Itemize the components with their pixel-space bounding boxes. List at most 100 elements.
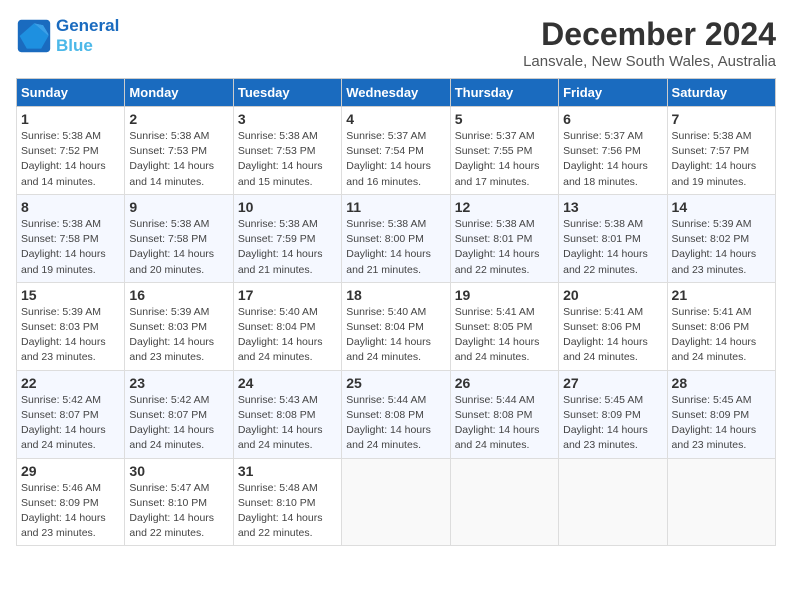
calendar-week-row: 29 Sunrise: 5:46 AMSunset: 8:09 PMDayligh…: [17, 458, 776, 546]
day-info: Sunrise: 5:39 AMSunset: 8:03 PMDaylight:…: [21, 305, 120, 366]
calendar-cell: 17 Sunrise: 5:40 AMSunset: 8:04 PMDayligh…: [233, 282, 341, 370]
calendar-week-row: 15 Sunrise: 5:39 AMSunset: 8:03 PMDayligh…: [17, 282, 776, 370]
calendar-cell: [559, 458, 667, 546]
day-info: Sunrise: 5:38 AMSunset: 7:59 PMDaylight:…: [238, 217, 337, 278]
day-info: Sunrise: 5:45 AMSunset: 8:09 PMDaylight:…: [672, 393, 771, 454]
calendar-cell: 31 Sunrise: 5:48 AMSunset: 8:10 PMDayligh…: [233, 458, 341, 546]
day-number: 10: [238, 199, 337, 215]
day-number: 4: [346, 111, 445, 127]
day-info: Sunrise: 5:37 AMSunset: 7:54 PMDaylight:…: [346, 129, 445, 190]
day-info: Sunrise: 5:44 AMSunset: 8:08 PMDaylight:…: [455, 393, 554, 454]
day-number: 27: [563, 375, 662, 391]
day-number: 24: [238, 375, 337, 391]
calendar-week-row: 1 Sunrise: 5:38 AMSunset: 7:52 PMDaylight…: [17, 107, 776, 195]
day-number: 12: [455, 199, 554, 215]
day-info: Sunrise: 5:38 AMSunset: 8:01 PMDaylight:…: [563, 217, 662, 278]
calendar-cell: 3 Sunrise: 5:38 AMSunset: 7:53 PMDaylight…: [233, 107, 341, 195]
day-number: 26: [455, 375, 554, 391]
col-thursday: Thursday: [450, 79, 558, 107]
calendar-cell: 30 Sunrise: 5:47 AMSunset: 8:10 PMDayligh…: [125, 458, 233, 546]
calendar-cell: [450, 458, 558, 546]
calendar-cell: 28 Sunrise: 5:45 AMSunset: 8:09 PMDayligh…: [667, 370, 775, 458]
calendar-table: Sunday Monday Tuesday Wednesday Thursday…: [16, 78, 776, 546]
calendar-cell: 10 Sunrise: 5:38 AMSunset: 7:59 PMDayligh…: [233, 194, 341, 282]
logo-text: General Blue: [56, 16, 119, 55]
title-section: December 2024 Lansvale, New South Wales,…: [523, 16, 776, 70]
day-number: 17: [238, 287, 337, 303]
col-saturday: Saturday: [667, 79, 775, 107]
day-number: 30: [129, 463, 228, 479]
calendar-cell: 9 Sunrise: 5:38 AMSunset: 7:58 PMDaylight…: [125, 194, 233, 282]
day-info: Sunrise: 5:38 AMSunset: 7:58 PMDaylight:…: [21, 217, 120, 278]
calendar-cell: 6 Sunrise: 5:37 AMSunset: 7:56 PMDaylight…: [559, 107, 667, 195]
day-info: Sunrise: 5:45 AMSunset: 8:09 PMDaylight:…: [563, 393, 662, 454]
day-number: 6: [563, 111, 662, 127]
calendar-cell: 15 Sunrise: 5:39 AMSunset: 8:03 PMDayligh…: [17, 282, 125, 370]
calendar-cell: 24Sunrise: 5:43 AMSunset: 8:08 PMDayligh…: [233, 370, 341, 458]
day-number: 31: [238, 463, 337, 479]
day-number: 13: [563, 199, 662, 215]
day-number: 22: [21, 375, 120, 391]
calendar-cell: 5Sunrise: 5:37 AMSunset: 7:55 PMDaylight…: [450, 107, 558, 195]
day-number: 1: [21, 111, 120, 127]
calendar-cell: 4 Sunrise: 5:37 AMSunset: 7:54 PMDaylight…: [342, 107, 450, 195]
day-number: 23: [129, 375, 228, 391]
calendar-cell: 14 Sunrise: 5:39 AMSunset: 8:02 PMDayligh…: [667, 194, 775, 282]
day-info: Sunrise: 5:38 AMSunset: 7:53 PMDaylight:…: [129, 129, 228, 190]
day-info: Sunrise: 5:39 AMSunset: 8:02 PMDaylight:…: [672, 217, 771, 278]
col-tuesday: Tuesday: [233, 79, 341, 107]
day-number: 8: [21, 199, 120, 215]
day-info: Sunrise: 5:37 AMSunset: 7:56 PMDaylight:…: [563, 129, 662, 190]
calendar-week-row: 22 Sunrise: 5:42 AMSunset: 8:07 PMDayligh…: [17, 370, 776, 458]
calendar-cell: 22 Sunrise: 5:42 AMSunset: 8:07 PMDayligh…: [17, 370, 125, 458]
calendar-cell: 2 Sunrise: 5:38 AMSunset: 7:53 PMDaylight…: [125, 107, 233, 195]
col-sunday: Sunday: [17, 79, 125, 107]
calendar-cell: 7 Sunrise: 5:38 AMSunset: 7:57 PMDaylight…: [667, 107, 775, 195]
calendar-cell: 21Sunrise: 5:41 AMSunset: 8:06 PMDayligh…: [667, 282, 775, 370]
calendar-cell: 8 Sunrise: 5:38 AMSunset: 7:58 PMDaylight…: [17, 194, 125, 282]
day-info: Sunrise: 5:48 AMSunset: 8:10 PMDaylight:…: [238, 481, 337, 542]
day-info: Sunrise: 5:40 AMSunset: 8:04 PMDaylight:…: [346, 305, 445, 366]
day-info: Sunrise: 5:47 AMSunset: 8:10 PMDaylight:…: [129, 481, 228, 542]
day-number: 11: [346, 199, 445, 215]
day-info: Sunrise: 5:40 AMSunset: 8:04 PMDaylight:…: [238, 305, 337, 366]
day-info: Sunrise: 5:38 AMSunset: 7:57 PMDaylight:…: [672, 129, 771, 190]
col-wednesday: Wednesday: [342, 79, 450, 107]
page-header: General Blue December 2024 Lansvale, New…: [16, 16, 776, 70]
calendar-cell: 20Sunrise: 5:41 AMSunset: 8:06 PMDayligh…: [559, 282, 667, 370]
day-number: 29: [21, 463, 120, 479]
col-monday: Monday: [125, 79, 233, 107]
calendar-cell: 25Sunrise: 5:44 AMSunset: 8:08 PMDayligh…: [342, 370, 450, 458]
day-number: 3: [238, 111, 337, 127]
day-info: Sunrise: 5:44 AMSunset: 8:08 PMDaylight:…: [346, 393, 445, 454]
day-info: Sunrise: 5:38 AMSunset: 8:00 PMDaylight:…: [346, 217, 445, 278]
calendar-cell: [342, 458, 450, 546]
calendar-cell: 19 Sunrise: 5:41 AMSunset: 8:05 PMDayligh…: [450, 282, 558, 370]
day-info: Sunrise: 5:41 AMSunset: 8:06 PMDaylight:…: [672, 305, 771, 366]
day-info: Sunrise: 5:38 AMSunset: 7:53 PMDaylight:…: [238, 129, 337, 190]
calendar-cell: 11 Sunrise: 5:38 AMSunset: 8:00 PMDayligh…: [342, 194, 450, 282]
day-number: 15: [21, 287, 120, 303]
day-info: Sunrise: 5:38 AMSunset: 7:58 PMDaylight:…: [129, 217, 228, 278]
day-number: 9: [129, 199, 228, 215]
calendar-week-row: 8 Sunrise: 5:38 AMSunset: 7:58 PMDaylight…: [17, 194, 776, 282]
calendar-cell: 26 Sunrise: 5:44 AMSunset: 8:08 PMDayligh…: [450, 370, 558, 458]
day-info: Sunrise: 5:37 AMSunset: 7:55 PMDaylight:…: [455, 129, 554, 190]
col-friday: Friday: [559, 79, 667, 107]
calendar-cell: [667, 458, 775, 546]
location: Lansvale, New South Wales, Australia: [523, 53, 776, 70]
day-number: 2: [129, 111, 228, 127]
day-info: Sunrise: 5:41 AMSunset: 8:05 PMDaylight:…: [455, 305, 554, 366]
calendar-cell: 23Sunrise: 5:42 AMSunset: 8:07 PMDayligh…: [125, 370, 233, 458]
day-number: 28: [672, 375, 771, 391]
day-info: Sunrise: 5:46 AMSunset: 8:09 PMDaylight:…: [21, 481, 120, 542]
day-info: Sunrise: 5:38 AMSunset: 7:52 PMDaylight:…: [21, 129, 120, 190]
month-title: December 2024: [523, 16, 776, 53]
calendar-cell: 29 Sunrise: 5:46 AMSunset: 8:09 PMDayligh…: [17, 458, 125, 546]
day-number: 14: [672, 199, 771, 215]
calendar-cell: 16Sunrise: 5:39 AMSunset: 8:03 PMDayligh…: [125, 282, 233, 370]
day-info: Sunrise: 5:42 AMSunset: 8:07 PMDaylight:…: [21, 393, 120, 454]
day-number: 7: [672, 111, 771, 127]
day-number: 19: [455, 287, 554, 303]
logo-icon: [16, 18, 52, 54]
